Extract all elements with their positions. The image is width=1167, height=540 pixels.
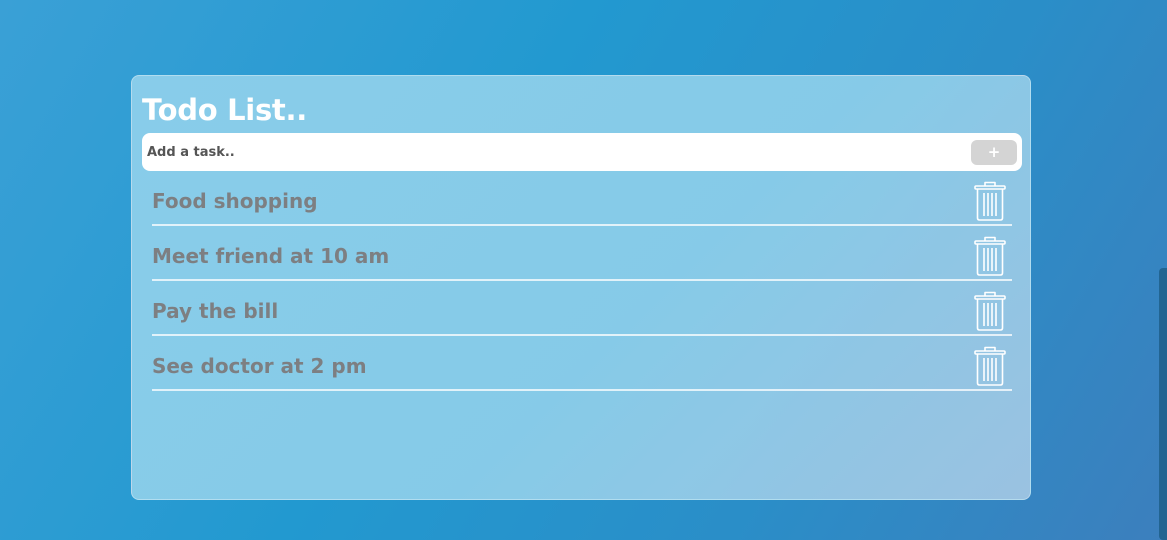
task-text[interactable]: See doctor at 2 pm [152, 354, 367, 378]
task-list: Food shopping Meet friend at 10 am Pay t… [152, 171, 1012, 391]
delete-task-button[interactable] [974, 291, 1006, 331]
task-text[interactable]: Food shopping [152, 189, 318, 213]
task-text[interactable]: Meet friend at 10 am [152, 244, 389, 268]
trash-icon [974, 236, 1006, 276]
task-item: Pay the bill [152, 281, 1012, 336]
task-item: See doctor at 2 pm [152, 336, 1012, 391]
delete-task-button[interactable] [974, 346, 1006, 386]
todo-card: Todo List.. + Food shopping Meet friend … [131, 75, 1031, 500]
trash-icon [974, 346, 1006, 386]
trash-icon [974, 291, 1006, 331]
add-task-button[interactable]: + [971, 140, 1017, 165]
page-scrollbar[interactable] [1159, 268, 1167, 540]
add-task-bar: + [142, 133, 1022, 171]
delete-task-button[interactable] [974, 181, 1006, 221]
task-item: Meet friend at 10 am [152, 226, 1012, 281]
page-title: Todo List.. [142, 93, 307, 127]
trash-icon [974, 181, 1006, 221]
task-text[interactable]: Pay the bill [152, 299, 278, 323]
add-task-input[interactable] [147, 133, 957, 171]
delete-task-button[interactable] [974, 236, 1006, 276]
task-item: Food shopping [152, 171, 1012, 226]
